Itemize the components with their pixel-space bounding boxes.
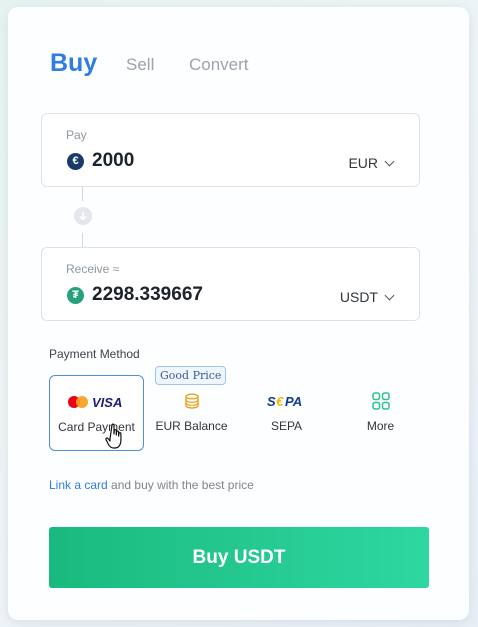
pay-currency-select[interactable]: EUR — [348, 155, 395, 171]
payment-option-more[interactable]: More — [334, 375, 427, 449]
payment-option-label: EUR Balance — [155, 419, 228, 433]
link-card-hint: Link a card and buy with the best price — [49, 478, 254, 492]
buy-usdt-button[interactable]: Buy USDT — [49, 527, 429, 588]
receive-currency-label: USDT — [339, 289, 378, 305]
payment-option-label: SEPA — [270, 419, 303, 433]
payment-option-eur-balance[interactable]: EUR Balance — [145, 375, 238, 449]
receive-currency-select[interactable]: USDT — [339, 289, 395, 305]
hand-pointer-cursor-icon — [105, 423, 122, 449]
hint-text: and buy with the best price — [107, 478, 254, 492]
tab-buy[interactable]: Buy — [50, 49, 97, 78]
connector-line — [82, 187, 83, 201]
svg-text:PA: PA — [285, 394, 302, 408]
tab-sell[interactable]: Sell — [126, 55, 154, 75]
coin-stack-icon — [145, 393, 238, 409]
sepa-logo: S € PA — [240, 393, 333, 409]
payment-option-card[interactable]: VISA Card Payment — [49, 375, 144, 451]
tether-icon: ₮ — [67, 287, 84, 304]
tab-convert[interactable]: Convert — [189, 55, 249, 75]
pay-currency-label: EUR — [348, 155, 378, 171]
payment-method-title: Payment Method — [49, 347, 140, 361]
pay-amount-input[interactable]: 2000 — [92, 150, 134, 172]
euro-icon: € — [67, 153, 84, 170]
pay-field[interactable]: Pay € 2000 EUR — [41, 113, 420, 187]
payment-option-sepa[interactable]: S € PA SEPA — [240, 375, 333, 449]
payment-option-label: More — [366, 419, 395, 433]
mastercard-visa-icon: VISA — [50, 394, 143, 410]
receive-amount-input[interactable]: 2298.339667 — [92, 284, 203, 306]
connector-line — [82, 233, 83, 247]
receive-label: Receive ≈ — [66, 262, 120, 276]
chevron-down-icon — [384, 156, 395, 167]
svg-text:€: € — [276, 394, 284, 408]
receive-field[interactable]: Receive ≈ ₮ 2298.339667 USDT — [41, 247, 420, 321]
swap-direction-icon — [74, 207, 92, 225]
grid-icon — [334, 392, 427, 410]
chevron-down-icon — [384, 290, 395, 301]
link-a-card-link[interactable]: Link a card — [49, 478, 108, 492]
pay-label: Pay — [66, 128, 87, 142]
payment-option-label: Card Payment — [58, 420, 135, 434]
svg-text:VISA: VISA — [92, 395, 122, 410]
svg-text:S: S — [267, 394, 276, 408]
